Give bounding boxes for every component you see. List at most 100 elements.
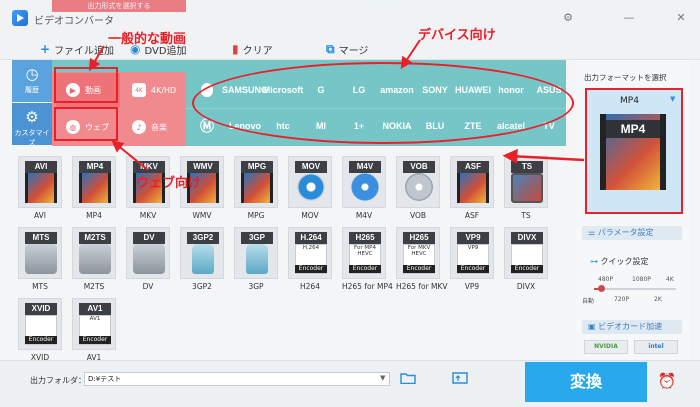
plus-icon: +: [40, 42, 51, 56]
format-item[interactable]: MPG MPG: [234, 156, 278, 224]
format-tag: ASF: [457, 161, 489, 173]
parameter-settings-button[interactable]: ⚌ パラメータ設定: [582, 226, 682, 240]
format-item[interactable]: XVID Encoder XVID: [18, 298, 62, 366]
format-item[interactable]: DIVX Encoder DIVX: [504, 227, 548, 295]
format-tag: AV1: [79, 303, 111, 315]
format-image: [79, 244, 111, 274]
format-item[interactable]: 3GP 3GP: [234, 227, 278, 295]
format-name: MPG: [247, 211, 265, 220]
add-file-label: ファイル追加: [54, 45, 115, 57]
format-image: [511, 173, 543, 203]
format-name: TS: [521, 211, 531, 220]
quick-settings-text: クイック設定: [600, 257, 649, 266]
format-name: DIVX: [516, 282, 536, 291]
format-item[interactable]: H265 For MKV HEVC Encoder H265 for MKV: [396, 227, 448, 295]
format-tag: M2TS: [79, 232, 111, 244]
category-custom[interactable]: ⚙ カスタマイズ: [12, 103, 52, 147]
encoder-label: Encoder: [79, 336, 111, 344]
format-name: H264: [300, 282, 320, 291]
encoder-label: Encoder: [295, 265, 327, 273]
format-item[interactable]: VP9 VP9 Encoder VP9: [450, 227, 494, 295]
format-item[interactable]: AVI AVI: [18, 156, 62, 224]
format-item[interactable]: MTS MTS: [18, 227, 62, 295]
format-item[interactable]: M2TS M2TS: [72, 227, 116, 295]
format-item[interactable]: ASF ASF: [450, 156, 494, 224]
format-icon: TS: [504, 156, 548, 208]
format-icon: XVID Encoder: [18, 298, 62, 350]
quick-settings-icon: ⊶: [590, 257, 601, 266]
format-name: H265 for MKV: [396, 282, 448, 291]
tick-2k: 2K: [654, 296, 662, 303]
convert-button[interactable]: 変換: [525, 362, 647, 402]
preset-hd[interactable]: 4K 4K/HD: [122, 73, 184, 107]
format-image: [246, 244, 268, 274]
format-image: [457, 173, 489, 203]
format-name: 3GP: [248, 282, 264, 291]
preset-hd-label: 4K/HD: [151, 85, 177, 95]
format-name: MKV: [139, 211, 157, 220]
format-subtitle: AV1: [89, 316, 101, 322]
format-icon: 3GP: [234, 227, 278, 279]
format-name: WMV: [192, 211, 212, 220]
format-name: M2TS: [83, 282, 105, 291]
gpu-accel-button[interactable]: ▣ ビデオカード加速: [582, 320, 682, 334]
preset-music-label: 音楽: [151, 122, 167, 132]
format-item[interactable]: MOV MOV: [288, 156, 332, 224]
format-icon: DIVX Encoder: [504, 227, 548, 279]
format-name: VOB: [409, 211, 427, 220]
format-item[interactable]: TS TS: [504, 156, 548, 224]
format-icon: AV1 AV1 Encoder: [72, 298, 116, 350]
format-name: DV: [142, 282, 154, 291]
highlight-selected-format: [585, 88, 683, 214]
format-tag: VP9: [457, 232, 489, 244]
format-item[interactable]: M4V M4V: [342, 156, 386, 224]
alarm-clock-icon[interactable]: ⏰: [656, 372, 678, 392]
highlight-video-preset: [54, 67, 118, 103]
format-icon: MP4: [72, 156, 116, 208]
browse-folder-icon[interactable]: [452, 372, 468, 384]
4k-icon: 4K: [132, 83, 146, 97]
merge-button[interactable]: ⧉ マージ: [326, 41, 368, 57]
format-image: [133, 244, 165, 274]
format-image: [241, 173, 273, 203]
format-item[interactable]: H.264 H.264 Encoder H264: [288, 227, 332, 295]
format-icon: VP9 VP9 Encoder: [450, 227, 494, 279]
output-folder-input[interactable]: D:¥テスト: [84, 372, 390, 386]
format-icon: AVI: [18, 156, 62, 208]
minimize-icon[interactable]: —: [620, 9, 638, 27]
format-icon: MPG: [234, 156, 278, 208]
annotation-devices: デバイス向け: [418, 28, 496, 43]
music-icon: ♪: [132, 120, 146, 134]
output-folder-dropdown-icon[interactable]: ▼: [380, 374, 385, 382]
open-folder-icon[interactable]: [400, 372, 416, 384]
add-file-button[interactable]: + ファイル追加: [40, 41, 114, 57]
category-history[interactable]: ◷ 履歴: [12, 60, 52, 102]
format-item[interactable]: 3GP2 3GP2: [180, 227, 224, 295]
format-subtitle: H.264: [302, 245, 320, 251]
format-image: [25, 244, 57, 274]
format-tag: TS: [511, 161, 543, 173]
window-title: ビデオコンバータ: [34, 16, 114, 27]
intel-badge: intel: [634, 340, 678, 354]
tick-480p: 480P: [598, 276, 614, 283]
format-tag: H.264: [295, 232, 327, 244]
format-tag: 3GP: [241, 232, 273, 244]
clear-label: クリア: [242, 45, 273, 57]
format-item[interactable]: DV DV: [126, 227, 170, 295]
sliders-icon: ⚌: [588, 228, 598, 237]
close-icon[interactable]: ✕: [672, 9, 690, 27]
format-item[interactable]: MP4 MP4: [72, 156, 116, 224]
quality-slider-track[interactable]: [594, 288, 676, 290]
format-icon: M4V: [342, 156, 386, 208]
clear-button[interactable]: ▮ クリア: [232, 41, 273, 57]
format-subtitle: For MKV HEVC: [407, 245, 431, 257]
format-item[interactable]: H265 For MP4 HEVC Encoder H265 for MP4: [342, 227, 393, 295]
format-tag: XVID: [25, 303, 57, 315]
format-item[interactable]: VOB VOB: [396, 156, 440, 224]
preset-music[interactable]: ♪ 音楽: [122, 110, 184, 144]
category-history-label: 履歴: [25, 86, 39, 94]
quality-slider-knob[interactable]: [598, 285, 605, 292]
format-image: [192, 244, 214, 274]
format-item[interactable]: AV1 AV1 Encoder AV1: [72, 298, 116, 366]
format-icon: M2TS: [72, 227, 116, 279]
